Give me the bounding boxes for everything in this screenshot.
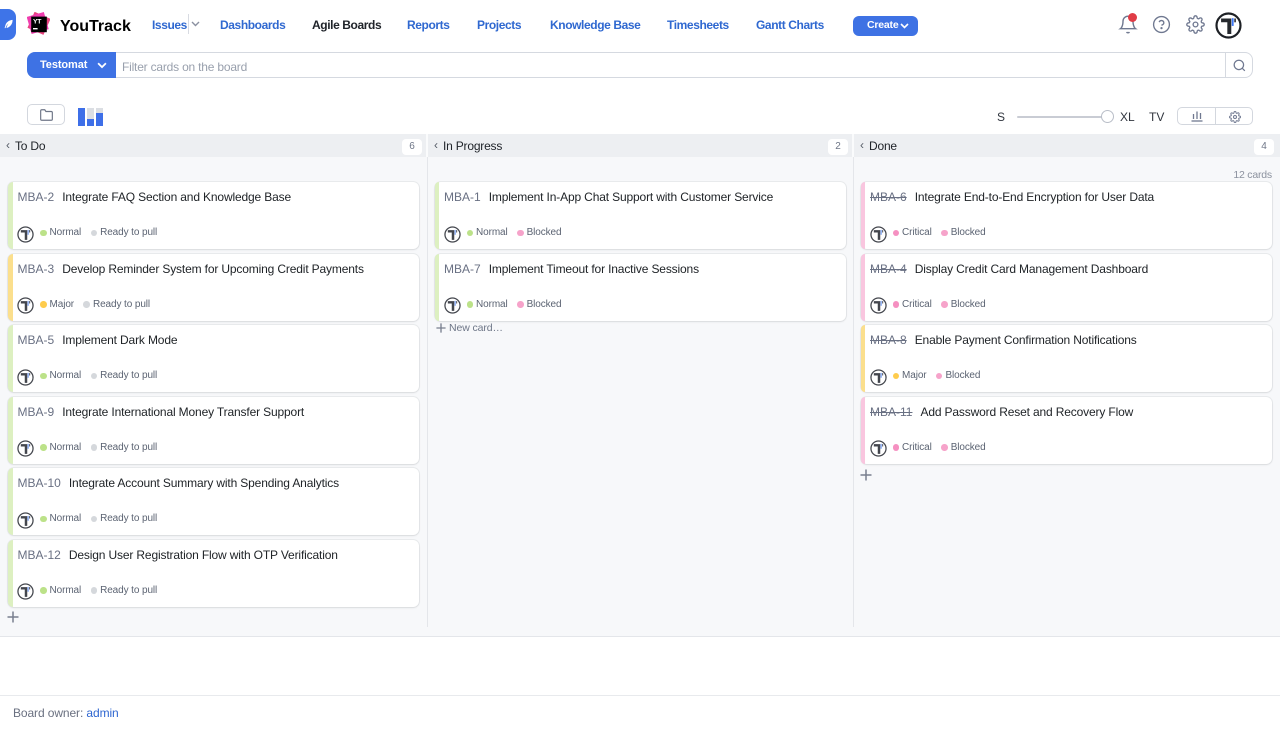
svg-text:YT: YT: [33, 19, 42, 26]
